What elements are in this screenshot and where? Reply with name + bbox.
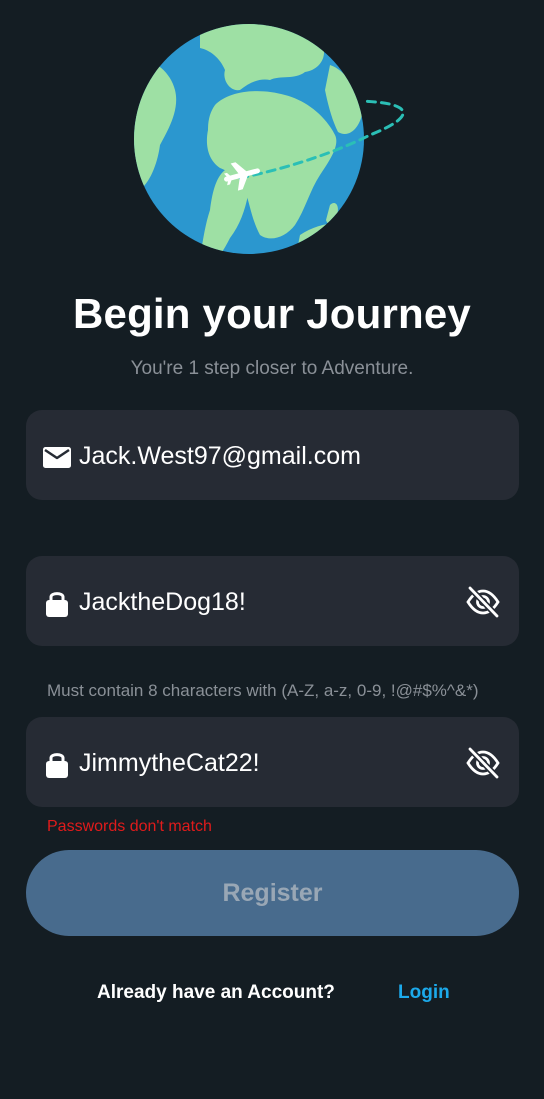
page-subtitle: You're 1 step closer to Adventure. bbox=[130, 358, 414, 379]
globe-illustration bbox=[130, 20, 410, 260]
error-message: Passwords don't match bbox=[47, 818, 212, 835]
page-title: Begin your Journey bbox=[72, 290, 471, 337]
confirm-password-field[interactable]: JimmytheCat22! bbox=[26, 717, 519, 807]
email-field[interactable]: Jack.West97@gmail.com bbox=[26, 410, 519, 500]
password-field[interactable]: JacktheDog18! bbox=[26, 556, 519, 646]
password-hint: Must contain 8 characters with (A-Z, a-z… bbox=[47, 681, 479, 700]
account-question: Already have an Account? bbox=[97, 982, 335, 1003]
globe-airplane-icon bbox=[134, 24, 405, 254]
lock-icon bbox=[42, 588, 72, 618]
register-button[interactable]: Register bbox=[26, 850, 519, 936]
eye-off-icon[interactable] bbox=[465, 584, 501, 620]
eye-off-icon[interactable] bbox=[465, 745, 501, 781]
confirm-password-value: JimmytheCat22! bbox=[79, 749, 260, 777]
password-value: JacktheDog18! bbox=[79, 588, 246, 616]
lock-icon bbox=[42, 749, 72, 779]
email-value: Jack.West97@gmail.com bbox=[79, 442, 361, 470]
login-link[interactable]: Login bbox=[398, 982, 450, 1004]
mail-icon bbox=[42, 442, 72, 472]
